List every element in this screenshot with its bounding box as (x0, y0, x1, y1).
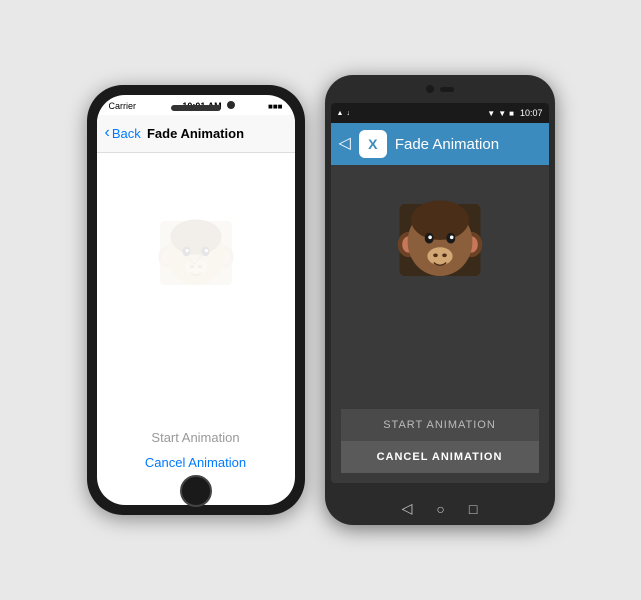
android-camera (426, 85, 434, 93)
android-app-bar: ◁ X Fade Animation (331, 123, 549, 165)
android-back-button[interactable]: ◁ (339, 136, 351, 152)
ios-nav-title: Fade Animation (147, 126, 244, 141)
ios-camera (227, 101, 235, 109)
ios-nav-bar: ‹ Back Fade Animation (97, 115, 295, 153)
android-start-animation-button[interactable]: START ANIMATION (341, 409, 539, 441)
android-screen: ▲ ↓ ▼ ▼ ■ 10:07 ◁ X Fade Animation (331, 103, 549, 483)
android-monkey-image (395, 195, 485, 285)
android-content: START ANIMATION CANCEL ANIMATION (331, 165, 549, 483)
ios-home-button[interactable] (180, 475, 212, 507)
ios-back-button[interactable]: ‹ Back (105, 126, 141, 141)
ios-carrier: Carrier (109, 101, 137, 111)
ios-battery: ■■■ (268, 102, 283, 111)
android-phone: ▲ ↓ ▼ ▼ ■ 10:07 ◁ X Fade Animation (325, 75, 555, 525)
android-status-right: ▼ ▼ ■ 10:07 (487, 108, 542, 118)
android-cancel-animation-button[interactable]: CANCEL ANIMATION (341, 441, 539, 473)
devices-container: Carrier 10:01 AM ■■■ ‹ Back Fade Animati… (67, 55, 575, 545)
android-download-icon: ↓ (346, 110, 350, 117)
android-battery-icon: ■ (509, 109, 514, 118)
ios-back-label: Back (112, 126, 141, 141)
ios-screen: Carrier 10:01 AM ■■■ ‹ Back Fade Animati… (97, 95, 295, 505)
ios-monkey-image (156, 213, 236, 293)
android-app-title: Fade Animation (395, 136, 499, 153)
android-back-nav-button[interactable]: ◁ (402, 500, 413, 517)
android-status-left: ▲ ↓ (337, 110, 350, 117)
android-app-icon: X (359, 130, 387, 158)
android-wifi-icon: ▼ (487, 109, 495, 118)
android-bottom-nav: ◁ ○ □ (402, 500, 478, 517)
android-home-nav-button[interactable]: ○ (436, 501, 444, 517)
android-top-bezel (426, 85, 454, 93)
android-app-icon-label: X (368, 136, 377, 152)
android-status-bar: ▲ ↓ ▼ ▼ ■ 10:07 (331, 103, 549, 123)
ios-content: Start Animation Cancel Animation (97, 153, 295, 505)
ios-cancel-animation-button[interactable]: Cancel Animation (145, 455, 246, 470)
android-recent-nav-button[interactable]: □ (469, 501, 477, 517)
android-time: 10:07 (520, 108, 543, 118)
ios-phone: Carrier 10:01 AM ■■■ ‹ Back Fade Animati… (87, 85, 305, 515)
android-signal-icon: ▼ (498, 109, 506, 118)
ios-start-animation-button[interactable]: Start Animation (151, 430, 239, 445)
ios-back-chevron: ‹ (105, 125, 110, 141)
ios-speaker-grill (171, 105, 221, 111)
android-speaker (440, 87, 454, 92)
android-warning-icon: ▲ (337, 110, 344, 117)
android-buttons-area: START ANIMATION CANCEL ANIMATION (341, 409, 539, 473)
